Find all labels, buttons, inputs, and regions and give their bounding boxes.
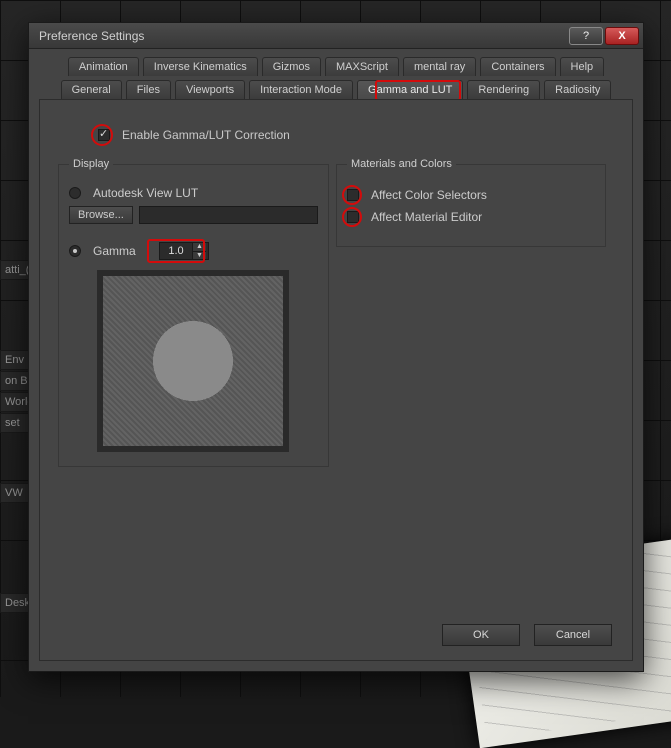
tab-gamma-and-lut[interactable]: Gamma and LUT	[357, 80, 463, 99]
affect-material-editor-label: Affect Material Editor	[371, 210, 482, 224]
tab-interaction-mode[interactable]: Interaction Mode	[249, 80, 353, 99]
tab-animation[interactable]: Animation	[68, 57, 139, 76]
affect-color-selectors-checkbox[interactable]	[347, 189, 359, 201]
tab-general[interactable]: General	[61, 80, 122, 99]
tab-mental-ray[interactable]: mental ray	[403, 57, 476, 76]
materials-legend: Materials and Colors	[347, 158, 456, 170]
window-title: Preference Settings	[39, 29, 567, 43]
autodesk-lut-label: Autodesk View LUT	[93, 186, 198, 200]
tab-strip: AnimationInverse KinematicsGizmosMAXScri…	[29, 49, 643, 99]
enable-gamma-label: Enable Gamma/LUT Correction	[122, 128, 290, 142]
tab-rendering[interactable]: Rendering	[467, 80, 540, 99]
gamma-spin-down[interactable]: ▼	[192, 251, 206, 260]
autodesk-lut-radio[interactable]	[69, 187, 81, 199]
browse-button[interactable]: Browse...	[69, 206, 133, 224]
tab-panel-gamma-lut: Enable Gamma/LUT Correction Display Auto…	[39, 99, 633, 661]
tab-radiosity[interactable]: Radiosity	[544, 80, 611, 99]
ok-button[interactable]: OK	[442, 624, 520, 646]
gamma-label: Gamma	[93, 244, 153, 258]
tab-inverse-kinematics[interactable]: Inverse Kinematics	[143, 57, 258, 76]
tab-viewports[interactable]: Viewports	[175, 80, 245, 99]
gamma-spinner[interactable]: ▲ ▼	[159, 242, 209, 260]
materials-colors-group: Materials and Colors Affect Color Select…	[336, 158, 606, 247]
tab-help[interactable]: Help	[560, 57, 605, 76]
tab-gizmos[interactable]: Gizmos	[262, 57, 321, 76]
tab-containers[interactable]: Containers	[480, 57, 555, 76]
affect-color-selectors-label: Affect Color Selectors	[371, 188, 487, 202]
display-group: Display Autodesk View LUT Browse... Gamm…	[58, 158, 329, 467]
tab-files[interactable]: Files	[126, 80, 171, 99]
tab-maxscript[interactable]: MAXScript	[325, 57, 399, 76]
gamma-value-input[interactable]	[160, 243, 192, 259]
display-legend: Display	[69, 158, 113, 170]
lut-path-input[interactable]	[139, 206, 318, 224]
gamma-spin-up[interactable]: ▲	[192, 243, 206, 251]
close-button[interactable]: X	[605, 27, 639, 45]
cancel-button[interactable]: Cancel	[534, 624, 612, 646]
gamma-radio[interactable]	[69, 245, 81, 257]
gamma-preview	[97, 270, 289, 452]
help-button[interactable]: ?	[569, 27, 603, 45]
enable-gamma-checkbox[interactable]	[98, 129, 110, 141]
affect-material-editor-checkbox[interactable]	[347, 211, 359, 223]
preference-settings-dialog: Preference Settings ? X AnimationInverse…	[28, 22, 644, 672]
dialog-footer: OK Cancel	[442, 624, 612, 646]
titlebar: Preference Settings ? X	[29, 23, 643, 49]
